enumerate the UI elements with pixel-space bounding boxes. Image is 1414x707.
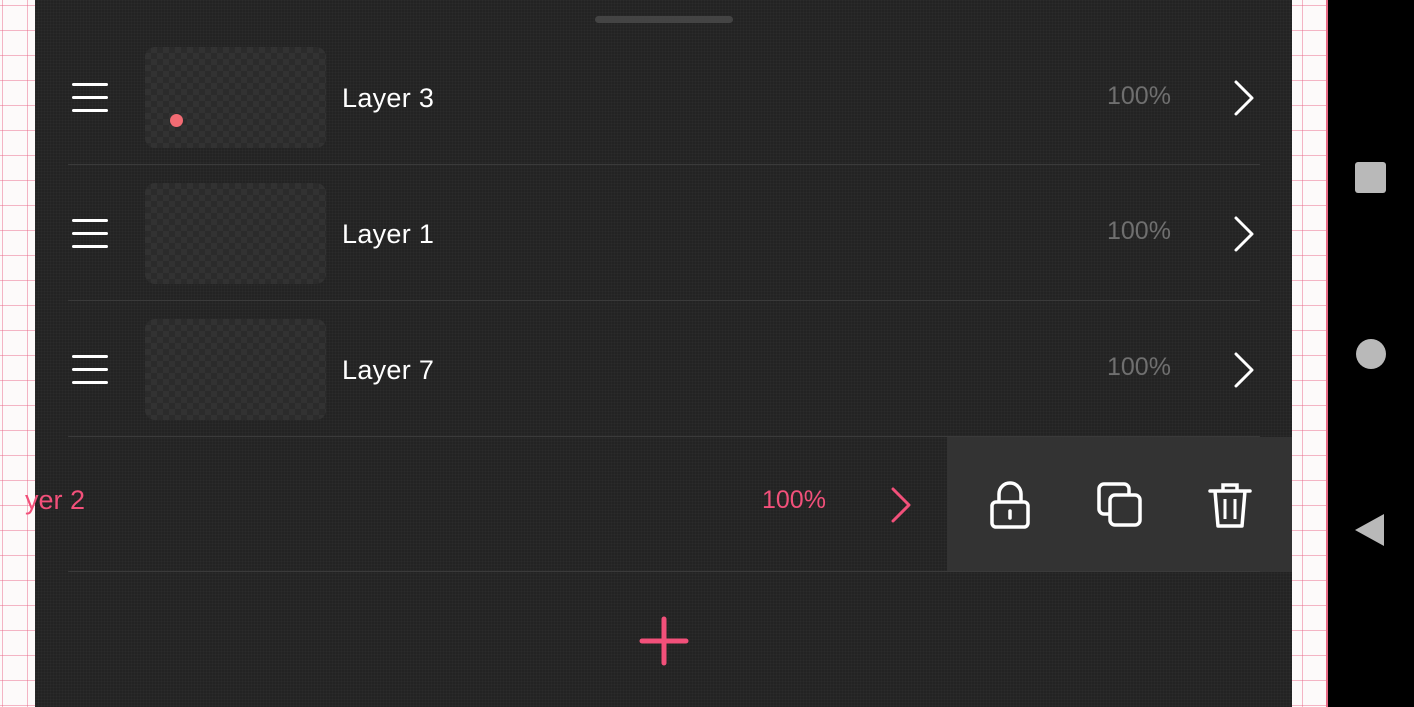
back-button[interactable] <box>1355 514 1384 546</box>
layer-row-swiped[interactable]: yer 2 100% <box>25 437 1292 572</box>
screen: Layer 3 100% Layer 1 100% Layer 7 100% y… <box>0 0 1414 707</box>
layer-name: Layer 3 <box>342 83 435 113</box>
lock-icon[interactable] <box>982 477 1038 533</box>
layer-name: Layer 7 <box>342 355 435 385</box>
chevron-right-icon[interactable] <box>1228 350 1258 390</box>
layer-actions <box>947 437 1292 572</box>
layer-row[interactable]: Layer 7 100% <box>35 302 1292 437</box>
chevron-right-icon[interactable] <box>885 485 915 525</box>
reorder-handle-icon[interactable] <box>72 83 108 113</box>
thumbnail-stroke-dot <box>170 114 183 127</box>
home-button[interactable] <box>1356 339 1386 369</box>
reorder-handle-icon[interactable] <box>72 219 108 249</box>
layer-opacity: 100% <box>1107 82 1171 110</box>
duplicate-icon[interactable] <box>1092 477 1148 533</box>
reorder-handle-icon[interactable] <box>72 355 108 385</box>
layer-name: Layer 1 <box>342 219 435 249</box>
layer-row[interactable]: Layer 1 100% <box>35 166 1292 301</box>
divider <box>68 300 1260 301</box>
layer-name: yer 2 <box>25 485 86 515</box>
layer-thumbnail[interactable] <box>145 47 326 148</box>
layer-thumbnail[interactable] <box>145 183 326 284</box>
layer-opacity: 100% <box>1107 353 1171 381</box>
chevron-right-icon[interactable] <box>1228 78 1258 118</box>
layer-opacity: 100% <box>762 486 826 514</box>
layer-row[interactable]: Layer 3 100% <box>35 30 1292 165</box>
recents-button[interactable] <box>1355 162 1386 193</box>
divider <box>68 571 1260 572</box>
trash-icon[interactable] <box>1202 477 1258 533</box>
layer-opacity: 100% <box>1107 217 1171 245</box>
chevron-right-icon[interactable] <box>1228 214 1258 254</box>
drag-handle[interactable] <box>595 16 733 23</box>
divider <box>68 164 1260 165</box>
add-layer-button[interactable] <box>639 616 689 666</box>
layer-thumbnail[interactable] <box>145 319 326 420</box>
layers-panel: Layer 3 100% Layer 1 100% Layer 7 100% y… <box>25 0 1292 707</box>
